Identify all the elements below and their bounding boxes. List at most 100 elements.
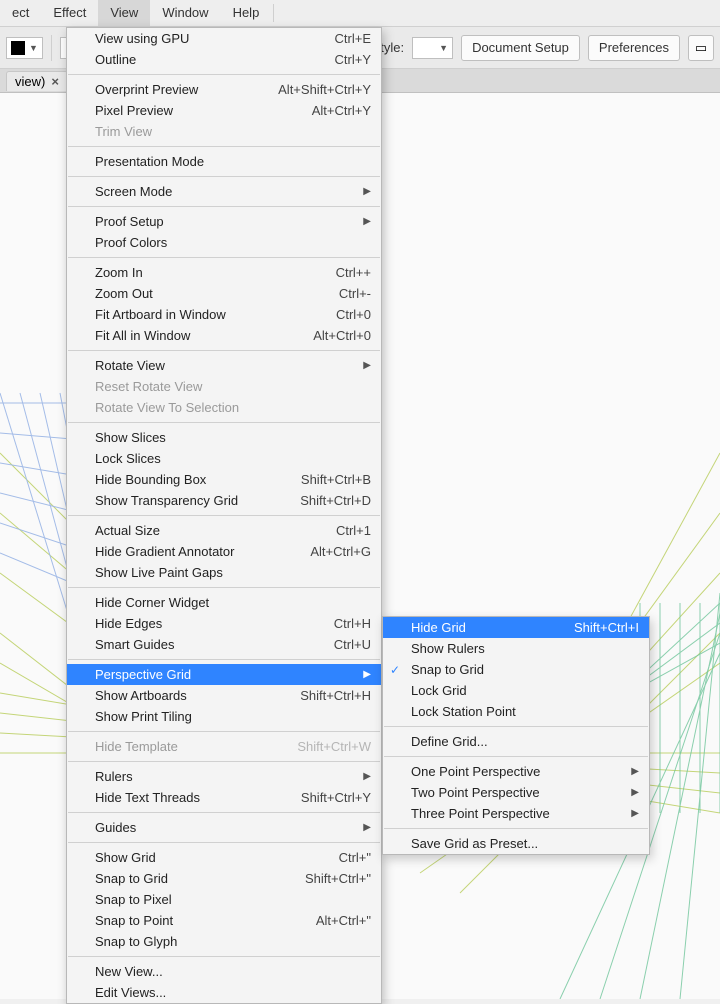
- menu-separator: [68, 257, 380, 258]
- menu-item-hide-bounding-box[interactable]: Hide Bounding Box Shift+Ctrl+B: [67, 469, 381, 490]
- document-setup-button[interactable]: Document Setup: [461, 35, 580, 61]
- menu-item-zoom-out[interactable]: Zoom OutCtrl+-: [67, 283, 381, 304]
- menu-item-perspective-grid[interactable]: Perspective Grid ▶: [67, 664, 381, 685]
- menu-separator: [68, 146, 380, 147]
- menu-item-label: Hide Corner Widget: [95, 595, 209, 610]
- menu-item-label: Show Slices: [95, 430, 166, 445]
- chevron-right-icon: ▶: [631, 808, 639, 819]
- menu-item-proof-colors[interactable]: Proof Colors: [67, 232, 381, 253]
- menu-item-guides[interactable]: Guides ▶: [67, 817, 381, 838]
- menu-item-new-view[interactable]: New View...: [67, 961, 381, 982]
- chevron-right-icon: ▶: [631, 787, 639, 798]
- menu-item-fit-artboard-in-window[interactable]: Fit Artboard in WindowCtrl+0: [67, 304, 381, 325]
- menu-shortcut: Ctrl++: [336, 265, 371, 280]
- menu-item-show-artboards[interactable]: Show ArtboardsShift+Ctrl+H: [67, 685, 381, 706]
- menu-item-save-grid-as-preset[interactable]: Save Grid as Preset...: [383, 833, 649, 854]
- menu-item-show-print-tiling[interactable]: Show Print Tiling: [67, 706, 381, 727]
- menu-item-hide-corner-widget[interactable]: Hide Corner Widget: [67, 592, 381, 613]
- menu-item-label: Overprint Preview: [95, 82, 198, 97]
- menu-item-label: Snap to Grid: [95, 871, 168, 886]
- menu-item-lock-grid[interactable]: Lock Grid: [383, 680, 649, 701]
- menu-item-hide-grid[interactable]: Hide GridShift+Ctrl+I: [383, 617, 649, 638]
- menu-item-snap-to-pixel[interactable]: Snap to Pixel: [67, 889, 381, 910]
- menu-item-label: Show Transparency Grid: [95, 493, 238, 508]
- menu-item-pixel-preview[interactable]: Pixel PreviewAlt+Ctrl+Y: [67, 100, 381, 121]
- chevron-right-icon: ▶: [363, 771, 371, 782]
- menu-item-label: Show Grid: [95, 850, 156, 865]
- menu-separator: [68, 515, 380, 516]
- menu-item-show-transparency-grid[interactable]: Show Transparency GridShift+Ctrl+D: [67, 490, 381, 511]
- style-select[interactable]: ▼: [412, 37, 453, 59]
- menu-item-snap-to-grid[interactable]: Snap to GridShift+Ctrl+": [67, 868, 381, 889]
- menu-item-label: Perspective Grid: [95, 667, 191, 682]
- menu-shortcut: Alt+Shift+Ctrl+Y: [278, 82, 371, 97]
- menu-separator: [68, 176, 380, 177]
- chevron-right-icon: ▶: [631, 766, 639, 777]
- menu-item-snap-to-grid[interactable]: ✓Snap to Grid: [383, 659, 649, 680]
- menu-separator: [68, 842, 380, 843]
- menubar-item-effect[interactable]: Effect: [41, 0, 98, 26]
- menu-item-label: Fit All in Window: [95, 328, 190, 343]
- menu-item-proof-setup[interactable]: Proof Setup▶: [67, 211, 381, 232]
- align-icon[interactable]: ▭: [688, 35, 714, 61]
- menu-shortcut: Ctrl+": [339, 850, 371, 865]
- menu-item-label: Snap to Grid: [411, 662, 484, 677]
- menu-item-label: New View...: [95, 964, 163, 979]
- document-tab[interactable]: view) ×: [6, 71, 68, 91]
- menu-item-label: Snap to Point: [95, 913, 173, 928]
- menu-separator: [68, 731, 380, 732]
- menu-item-define-grid[interactable]: Define Grid...: [383, 731, 649, 752]
- menu-separator: [68, 206, 380, 207]
- menu-item-view-using-gpu[interactable]: View using GPUCtrl+E: [67, 28, 381, 49]
- chevron-right-icon: ▶: [363, 669, 371, 680]
- menu-item-lock-station-point[interactable]: Lock Station Point: [383, 701, 649, 722]
- menu-item-two-point-perspective[interactable]: Two Point Perspective▶: [383, 782, 649, 803]
- menu-item-hide-text-threads[interactable]: Hide Text ThreadsShift+Ctrl+Y: [67, 787, 381, 808]
- menu-item-label: Zoom Out: [95, 286, 153, 301]
- menu-item-label: Show Live Paint Gaps: [95, 565, 223, 580]
- menu-item-edit-views[interactable]: Edit Views...: [67, 982, 381, 1003]
- close-icon[interactable]: ×: [51, 74, 59, 89]
- menu-item-rulers[interactable]: Rulers▶: [67, 766, 381, 787]
- menu-item-label: Guides: [95, 820, 136, 835]
- menu-item-overprint-preview[interactable]: Overprint Preview Alt+Shift+Ctrl+Y: [67, 79, 381, 100]
- menu-item-rotate-view[interactable]: Rotate View ▶: [67, 355, 381, 376]
- menu-item-actual-size[interactable]: Actual SizeCtrl+1: [67, 520, 381, 541]
- menu-separator: [68, 812, 380, 813]
- preferences-button[interactable]: Preferences: [588, 35, 680, 61]
- menu-item-show-live-paint-gaps[interactable]: Show Live Paint Gaps: [67, 562, 381, 583]
- menu-item-smart-guides[interactable]: Smart GuidesCtrl+U: [67, 634, 381, 655]
- menu-shortcut: Shift+Ctrl+B: [301, 472, 371, 487]
- chevron-right-icon: ▶: [363, 360, 371, 371]
- menu-item-three-point-perspective[interactable]: Three Point Perspective▶: [383, 803, 649, 824]
- menu-item-label: Hide Grid: [411, 620, 466, 635]
- menu-shortcut: Shift+Ctrl+W: [297, 739, 371, 754]
- menu-item-snap-to-glyph[interactable]: Snap to Glyph: [67, 931, 381, 952]
- menu-item-label: Zoom In: [95, 265, 143, 280]
- menu-item-one-point-perspective[interactable]: One Point Perspective▶: [383, 761, 649, 782]
- menu-item-show-grid[interactable]: Show Grid Ctrl+": [67, 847, 381, 868]
- menubar-item-view[interactable]: View: [98, 0, 150, 26]
- menubar-item-select[interactable]: ect: [0, 0, 41, 26]
- menu-item-hide-edges[interactable]: Hide EdgesCtrl+H: [67, 613, 381, 634]
- menu-item-label: Outline: [95, 52, 136, 67]
- chevron-right-icon: ▶: [363, 822, 371, 833]
- menu-item-label: Hide Bounding Box: [95, 472, 206, 487]
- menu-item-fit-all-in-window[interactable]: Fit All in WindowAlt+Ctrl+0: [67, 325, 381, 346]
- menu-item-show-slices[interactable]: Show Slices: [67, 427, 381, 448]
- menu-item-label: Snap to Pixel: [95, 892, 172, 907]
- menu-item-snap-to-point[interactable]: Snap to PointAlt+Ctrl+": [67, 910, 381, 931]
- menu-item-hide-gradient-annotator[interactable]: Hide Gradient AnnotatorAlt+Ctrl+G: [67, 541, 381, 562]
- menu-item-label: Rotate View: [95, 358, 165, 373]
- menubar-item-window[interactable]: Window: [150, 0, 220, 26]
- stroke-swatch[interactable]: ▼: [6, 37, 43, 59]
- menu-item-zoom-in[interactable]: Zoom In Ctrl++: [67, 262, 381, 283]
- menu-item-label: Hide Edges: [95, 616, 162, 631]
- menu-item-show-rulers[interactable]: Show Rulers: [383, 638, 649, 659]
- menubar-item-help[interactable]: Help: [221, 0, 272, 26]
- menu-item-presentation-mode[interactable]: Presentation Mode: [67, 151, 381, 172]
- menu-item-screen-mode[interactable]: Screen Mode▶: [67, 181, 381, 202]
- menubar: ect Effect View Window Help: [0, 0, 720, 27]
- menu-item-outline[interactable]: OutlineCtrl+Y: [67, 49, 381, 70]
- menu-item-lock-slices[interactable]: Lock Slices: [67, 448, 381, 469]
